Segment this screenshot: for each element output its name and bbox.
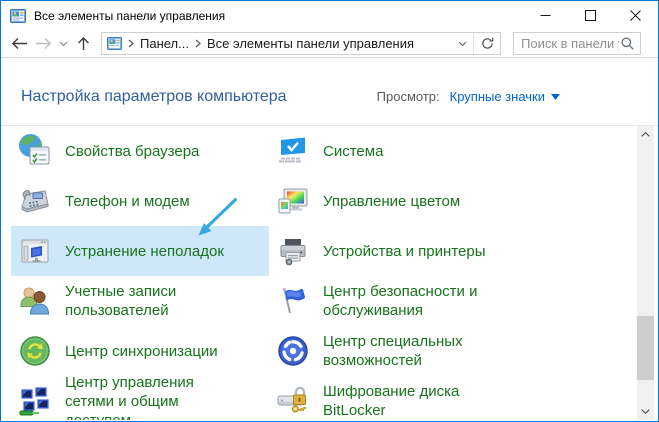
item-label: Система xyxy=(323,142,383,161)
item-label: Центр синхронизации xyxy=(65,342,218,361)
control-panel-icon xyxy=(107,37,122,50)
items-area: Свойства браузера Система Телефон и моде… xyxy=(1,125,658,420)
control-panel-item[interactable]: Управление цветом xyxy=(269,176,634,226)
item-label: Центр управления сетями и общим доступом xyxy=(65,373,247,421)
window-title: Все элементы панели управления xyxy=(34,9,523,23)
scroll-down-button[interactable] xyxy=(637,403,654,420)
control-panel-item[interactable]: Система xyxy=(269,126,634,176)
phone-modem-icon xyxy=(17,183,53,219)
forward-button[interactable] xyxy=(31,32,55,56)
color-management-icon xyxy=(275,183,311,219)
maximize-button[interactable] xyxy=(568,1,613,30)
item-label: Шифрование диска BitLocker xyxy=(323,382,505,420)
scroll-up-button[interactable] xyxy=(637,126,654,143)
forward-arrow-icon xyxy=(35,37,52,50)
maximize-icon xyxy=(585,10,596,21)
address-dropdown-button[interactable] xyxy=(458,41,467,47)
network-sharing-icon xyxy=(17,383,53,419)
item-label: Центр безопасности и обслуживания xyxy=(323,282,505,320)
recent-pages-button[interactable] xyxy=(55,32,71,56)
item-label: Устранение неполадок xyxy=(65,242,224,261)
control-panel-item[interactable]: Учетные записи пользователей xyxy=(11,276,269,326)
control-panel-item[interactable]: Шифрование диска BitLocker xyxy=(269,376,634,420)
view-selector[interactable]: Крупные значки xyxy=(450,89,560,104)
refresh-button[interactable] xyxy=(473,33,500,54)
devices-printers-icon xyxy=(275,233,311,269)
control-panel-icon xyxy=(10,9,26,23)
navbar: Панел... Все элементы панели управления xyxy=(1,30,658,58)
back-button[interactable] xyxy=(7,32,31,56)
chevron-down-icon xyxy=(458,41,467,47)
chevron-up-icon xyxy=(641,132,650,137)
search-input[interactable] xyxy=(514,36,619,51)
view-value: Крупные значки xyxy=(450,89,545,104)
chevron-down-icon xyxy=(641,409,650,414)
search-icon xyxy=(621,37,634,50)
close-icon xyxy=(630,10,641,21)
back-arrow-icon xyxy=(11,37,28,50)
caption-buttons xyxy=(523,1,658,30)
ease-of-access-icon xyxy=(275,333,311,369)
control-panel-item[interactable]: Телефон и модем xyxy=(11,176,269,226)
refresh-icon xyxy=(481,37,494,50)
item-label: Управление цветом xyxy=(323,192,460,211)
titlebar: Все элементы панели управления xyxy=(1,1,658,30)
troubleshooting-icon xyxy=(17,233,53,269)
browser-properties-icon xyxy=(17,133,53,169)
security-maintenance-icon xyxy=(275,283,311,319)
search-box xyxy=(513,32,641,55)
control-panel-item[interactable]: Устройства и принтеры xyxy=(269,226,634,276)
control-panel-item[interactable]: Центр специальных возможностей xyxy=(269,326,634,376)
breadcrumb-root[interactable]: Панел... xyxy=(140,36,189,51)
address-bar[interactable]: Панел... Все элементы панели управления xyxy=(101,32,501,55)
control-panel-item[interactable]: Центр безопасности и обслуживания xyxy=(269,276,634,326)
item-label: Устройства и принтеры xyxy=(323,242,485,261)
breadcrumb-chevron-icon xyxy=(195,39,201,48)
breadcrumb-chevron-icon xyxy=(128,39,134,48)
up-button[interactable] xyxy=(71,32,95,56)
control-panel-item[interactable]: Центр управления сетями и общим доступом xyxy=(11,376,269,420)
up-arrow-icon xyxy=(77,36,90,51)
bitlocker-icon xyxy=(275,383,311,419)
item-label: Центр специальных возможностей xyxy=(323,332,505,370)
view-label: Просмотр: xyxy=(377,89,440,104)
item-label: Учетные записи пользователей xyxy=(65,282,247,320)
control-panel-item[interactable]: Свойства браузера xyxy=(11,126,269,176)
view-control: Просмотр: Крупные значки xyxy=(377,89,560,104)
dropdown-triangle-icon xyxy=(551,94,560,100)
system-icon xyxy=(275,133,311,169)
control-panel-window: Все элементы панели управления xyxy=(0,0,659,422)
control-panel-item[interactable]: Устранение неполадок xyxy=(11,226,269,276)
breadcrumb-current[interactable]: Все элементы панели управления xyxy=(207,36,414,51)
scrollbar-thumb[interactable] xyxy=(637,316,654,380)
items-grid: Свойства браузера Система Телефон и моде… xyxy=(11,126,634,420)
page-title: Настройка параметров компьютера xyxy=(21,88,377,106)
minimize-button[interactable] xyxy=(523,1,568,30)
control-panel-item[interactable]: Центр синхронизации xyxy=(11,326,269,376)
page-header: Настройка параметров компьютера Просмотр… xyxy=(1,58,658,125)
scrollbar-track[interactable] xyxy=(637,143,654,403)
item-label: Телефон и модем xyxy=(65,192,190,211)
item-label: Свойства браузера xyxy=(65,142,199,161)
sync-center-icon xyxy=(17,333,53,369)
chevron-down-icon xyxy=(59,41,68,47)
minimize-icon xyxy=(540,10,551,21)
close-button[interactable] xyxy=(613,1,658,30)
scrollbar[interactable] xyxy=(637,126,654,420)
user-accounts-icon xyxy=(17,283,53,319)
